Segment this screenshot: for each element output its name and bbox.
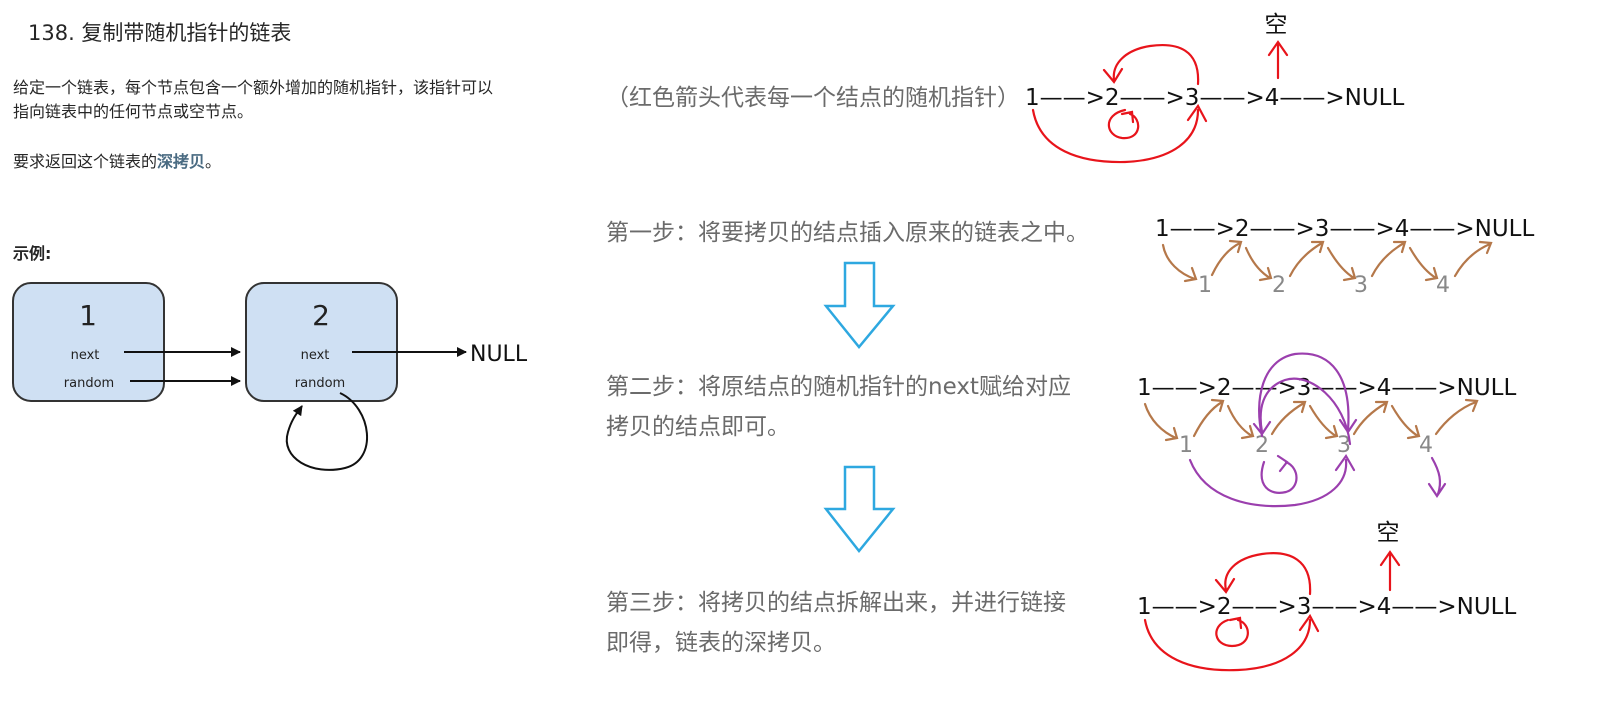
result-chain-text: 1——>2——>3——>4——>NULL — [1137, 594, 1516, 620]
copy-link-arrow — [1143, 402, 1179, 442]
result-node-1-random-arrow — [1143, 613, 1320, 672]
copy-link-arrow — [1244, 246, 1273, 282]
step-1-copy-3: 3 — [1354, 273, 1368, 298]
empty-label-bottom: 空 — [1377, 520, 1400, 546]
copy-2-random-loop — [1260, 454, 1298, 494]
copy-link-arrow — [1210, 239, 1243, 277]
step-2-chain-text: 1——>2——>3——>4——>NULL — [1137, 375, 1516, 401]
original-list-sketch: 1——>2——>3——>4——>NULL 空 — [1025, 12, 1404, 164]
node-2-random-label: random — [295, 376, 345, 391]
step-1-sketch: 1——>2——>3——>4——>NULL 1 2 3 4 — [1155, 216, 1534, 298]
step-2-copy-4: 4 — [1419, 433, 1433, 458]
node-1-next-label: next — [71, 348, 100, 363]
result-list-sketch: 1——>2——>3——>4——>NULL 空 — [1137, 520, 1516, 672]
step-1-copy-4: 4 — [1436, 273, 1450, 298]
copy-1-random-arrow — [1188, 453, 1356, 508]
node-4-random-null-arrow — [1267, 40, 1289, 80]
example-null-label: NULL — [470, 342, 528, 367]
copy-4-random-null-arrow — [1427, 456, 1447, 498]
empty-label-top: 空 — [1265, 12, 1288, 38]
step-1-copy-2: 2 — [1272, 273, 1286, 298]
copy-link-arrow — [1453, 240, 1493, 278]
node-2-random-self-loop — [285, 392, 368, 471]
step-1-chain-text: 1——>2——>3——>4——>NULL — [1155, 216, 1534, 242]
step-1-copy-1: 1 — [1198, 273, 1212, 298]
copy-link-arrow — [1390, 404, 1421, 440]
node-1-random-arrow-sketch — [1031, 103, 1208, 164]
down-arrow-icon-2 — [823, 465, 896, 554]
result-node-4-random-null — [1379, 550, 1401, 592]
copy-link-arrow — [1408, 246, 1439, 282]
copy-link-arrow — [1370, 240, 1407, 278]
copy-link-arrow — [1326, 246, 1357, 282]
node-1-random-label: random — [64, 376, 114, 391]
node-3-random-arrow — [1102, 44, 1200, 86]
step-2-copy-1: 1 — [1179, 433, 1193, 458]
copy-link-arrow — [1270, 400, 1307, 436]
step-2-sketch: 1——>2——>3——>4——>NULL 1 2 3 4 — [1137, 352, 1516, 508]
example-diagram: 1 2 next random next random NULL — [12, 282, 528, 471]
copy-link-arrow — [1192, 398, 1225, 438]
down-arrow-icon-1 — [823, 261, 896, 349]
node-2-value: 2 — [312, 299, 330, 332]
copy-link-arrow — [1226, 404, 1255, 440]
copy-link-arrow — [1434, 398, 1479, 436]
original-chain-text: 1——>2——>3——>4——>NULL — [1025, 85, 1404, 111]
diagram-canvas: 1 2 next random next random NULL 1——>2——… — [12, 12, 1534, 672]
node-2-random-loop-sketch — [1107, 108, 1140, 140]
copy-link-arrow — [1161, 243, 1198, 283]
copy-link-arrow — [1352, 400, 1389, 436]
node-1-value: 1 — [79, 299, 97, 332]
result-node-2-random-loop — [1215, 616, 1249, 648]
copy-link-arrow — [1308, 404, 1339, 440]
node-2-next-label: next — [301, 348, 330, 363]
copy-link-arrow — [1288, 240, 1325, 278]
result-node-3-random-arrow — [1214, 552, 1312, 596]
